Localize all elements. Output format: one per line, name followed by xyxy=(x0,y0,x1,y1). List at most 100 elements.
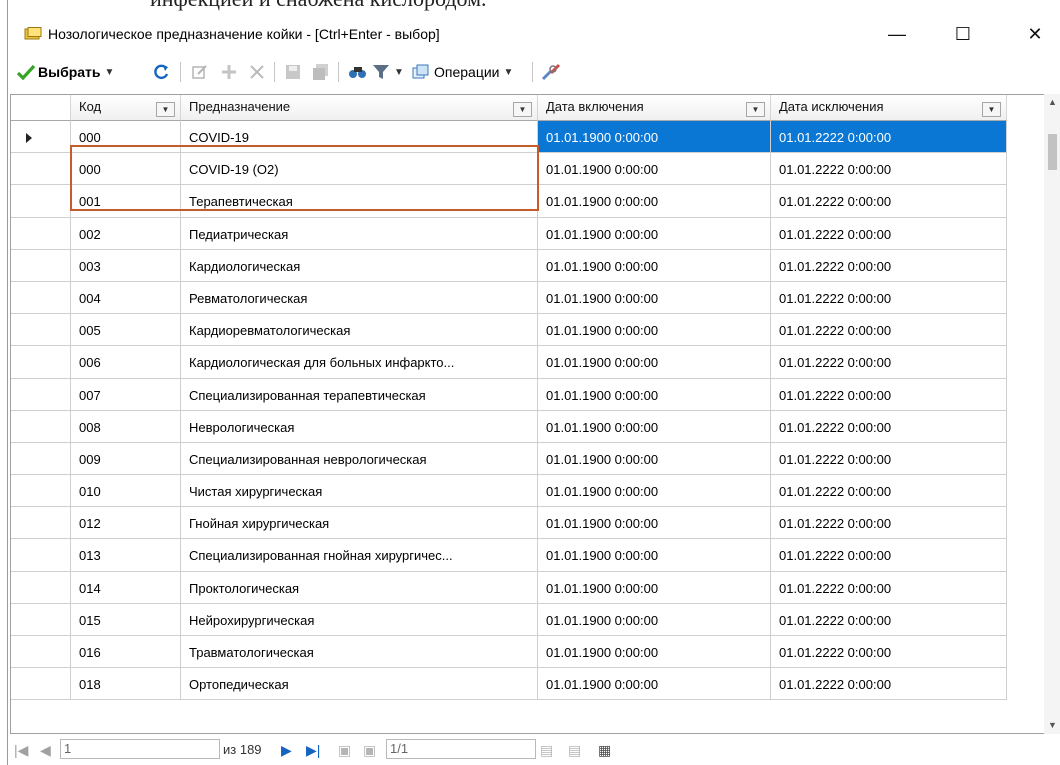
cell-end-date[interactable]: 01.01.2222 0:00:00 xyxy=(771,603,1007,636)
table-row[interactable]: 005 Кардиоревматологическая 01.01.1900 0:0… xyxy=(11,314,1046,347)
row-indicator[interactable] xyxy=(11,346,71,379)
scrollbar-thumb[interactable] xyxy=(1048,134,1057,170)
table-row[interactable]: 016 Травматологическая 01.01.1900 0:00:00 0… xyxy=(11,636,1046,669)
cell-end-date[interactable]: 01.01.2222 0:00:00 xyxy=(771,442,1007,476)
maximize-button[interactable]: ☐ xyxy=(940,18,986,50)
cell-code[interactable]: 001 xyxy=(71,185,181,218)
row-indicator[interactable] xyxy=(11,314,71,347)
row-indicator[interactable] xyxy=(11,507,71,540)
row-indicator[interactable] xyxy=(11,121,71,154)
edit-button[interactable] xyxy=(191,60,209,84)
cell-start-date[interactable]: 01.01.1900 0:00:00 xyxy=(538,121,771,154)
cell-end-date[interactable]: 01.01.2222 0:00:00 xyxy=(771,571,1007,604)
table-row[interactable]: 009 Специализированная неврологическая 01.… xyxy=(11,442,1046,476)
cell-end-date[interactable]: 01.01.2222 0:00:00 xyxy=(771,346,1007,379)
scroll-up-icon[interactable]: ▲ xyxy=(1044,94,1060,111)
cell-end-date[interactable]: 01.01.2222 0:00:00 xyxy=(771,410,1007,443)
cell-purpose[interactable]: Кардиоревматологическая xyxy=(181,314,538,347)
chevron-down-icon[interactable]: ▼ xyxy=(504,67,514,78)
cell-purpose[interactable]: Специализированная терапевтическая xyxy=(181,378,538,411)
operations-button[interactable]: Операции ▼ xyxy=(412,60,513,84)
column-filter-dropdown[interactable]: ▼ xyxy=(156,102,175,117)
scroll-down-icon[interactable]: ▼ xyxy=(1044,717,1060,734)
grid-settings-icon[interactable]: ▦ xyxy=(598,740,611,760)
cell-start-date[interactable]: 01.01.1900 0:00:00 xyxy=(538,378,771,411)
row-indicator[interactable] xyxy=(11,442,71,476)
table-row[interactable]: 018 Ортопедическая 01.01.1900 0:00:00 01.01… xyxy=(11,668,1046,701)
column-header-code[interactable]: Код ▼ xyxy=(71,95,181,121)
row-indicator[interactable] xyxy=(11,636,71,669)
row-indicator[interactable] xyxy=(11,539,71,572)
cell-code[interactable]: 000 xyxy=(71,153,181,186)
table-row[interactable]: 008 Неврологическая 01.01.1900 0:00:00 01.0… xyxy=(11,410,1046,443)
cell-start-date[interactable]: 01.01.1900 0:00:00 xyxy=(538,314,771,347)
cell-purpose[interactable]: Чистая хирургическая xyxy=(181,475,538,508)
cell-purpose[interactable]: COVID-19 xyxy=(181,121,538,154)
cell-purpose[interactable]: Травматологическая xyxy=(181,636,538,669)
next-record-icon[interactable]: ▶ xyxy=(281,740,292,760)
row-indicator[interactable] xyxy=(11,281,71,315)
cell-purpose[interactable]: Специализированная неврологическая xyxy=(181,442,538,476)
cell-code[interactable]: 014 xyxy=(71,571,181,604)
table-row[interactable]: 006 Кардиологическая для больных инфаркто… xyxy=(11,346,1046,379)
cell-start-date[interactable]: 01.01.1900 0:00:00 xyxy=(538,571,771,604)
column-header-start-date[interactable]: Дата включения ▼ xyxy=(538,95,771,121)
cell-code[interactable]: 016 xyxy=(71,636,181,669)
cell-purpose[interactable]: Ревматологическая xyxy=(181,281,538,315)
table-row[interactable]: 015 Нейрохирургическая 01.01.1900 0:00:00 0… xyxy=(11,603,1046,636)
cell-end-date[interactable]: 01.01.2222 0:00:00 xyxy=(771,636,1007,669)
cell-start-date[interactable]: 01.01.1900 0:00:00 xyxy=(538,410,771,443)
cell-code[interactable]: 012 xyxy=(71,507,181,540)
cell-start-date[interactable]: 01.01.1900 0:00:00 xyxy=(538,249,771,282)
row-indicator[interactable] xyxy=(11,475,71,508)
cell-start-date[interactable]: 01.01.1900 0:00:00 xyxy=(538,185,771,218)
cell-code[interactable]: 000 xyxy=(71,121,181,154)
cell-end-date[interactable]: 01.01.2222 0:00:00 xyxy=(771,314,1007,347)
save-button[interactable] xyxy=(284,60,302,84)
cell-purpose[interactable]: Проктологическая xyxy=(181,571,538,604)
row-indicator[interactable] xyxy=(11,249,71,282)
column-filter-dropdown[interactable]: ▼ xyxy=(513,102,532,117)
column-header-purpose[interactable]: Предназначение ▼ xyxy=(181,95,538,121)
table-row[interactable]: 000 COVID-19 (O2) 01.01.1900 0:00:00 01.01.… xyxy=(11,153,1046,186)
cell-end-date[interactable]: 01.01.2222 0:00:00 xyxy=(771,153,1007,186)
cell-purpose[interactable]: Ортопедическая xyxy=(181,668,538,701)
vertical-scrollbar[interactable]: ▲ ▼ xyxy=(1044,94,1060,734)
table-row[interactable]: 000 COVID-19 01.01.1900 0:00:00 01.01.2222 … xyxy=(11,121,1046,154)
cell-end-date[interactable]: 01.01.2222 0:00:00 xyxy=(771,121,1007,154)
cell-purpose[interactable]: COVID-19 (O2) xyxy=(181,153,538,186)
table-row[interactable]: 007 Специализированная терапевтическая 01.… xyxy=(11,378,1046,411)
row-indicator[interactable] xyxy=(11,571,71,604)
table-row[interactable]: 004 Ревматологическая 01.01.1900 0:00:00 01… xyxy=(11,281,1046,315)
chevron-down-icon[interactable]: ▼ xyxy=(394,67,404,78)
filter-button[interactable]: ▼ xyxy=(372,60,404,84)
cell-start-date[interactable]: 01.01.1900 0:00:00 xyxy=(538,346,771,379)
cell-end-date[interactable]: 01.01.2222 0:00:00 xyxy=(771,378,1007,411)
row-indicator[interactable] xyxy=(11,185,71,218)
cell-purpose[interactable]: Специализированная гнойная хирургичес... xyxy=(181,539,538,572)
cell-code[interactable]: 003 xyxy=(71,249,181,282)
table-row[interactable]: 010 Чистая хирургическая 01.01.1900 0:00:0… xyxy=(11,475,1046,508)
row-indicator[interactable] xyxy=(11,378,71,411)
cell-start-date[interactable]: 01.01.1900 0:00:00 xyxy=(538,217,771,250)
cell-start-date[interactable]: 01.01.1900 0:00:00 xyxy=(538,603,771,636)
row-indicator[interactable] xyxy=(11,217,71,250)
close-button[interactable]: ✕ xyxy=(1012,18,1058,50)
cell-code[interactable]: 002 xyxy=(71,217,181,250)
cell-end-date[interactable]: 01.01.2222 0:00:00 xyxy=(771,507,1007,540)
cell-code[interactable]: 007 xyxy=(71,378,181,411)
cell-purpose[interactable]: Нейрохирургическая xyxy=(181,603,538,636)
cell-start-date[interactable]: 01.01.1900 0:00:00 xyxy=(538,668,771,701)
cell-start-date[interactable]: 01.01.1900 0:00:00 xyxy=(538,475,771,508)
current-record-input[interactable]: 1 xyxy=(60,739,220,759)
last-record-icon[interactable]: ▶| xyxy=(306,740,320,760)
delete-button[interactable] xyxy=(248,60,266,84)
select-button[interactable]: Выбрать ▼ xyxy=(16,60,114,84)
cell-code[interactable]: 013 xyxy=(71,539,181,572)
data-grid[interactable]: Код ▼ Предназначение ▼ Дата включения ▼ … xyxy=(10,94,1047,734)
cell-end-date[interactable]: 01.01.2222 0:00:00 xyxy=(771,281,1007,315)
cell-code[interactable]: 009 xyxy=(71,442,181,476)
cell-purpose[interactable]: Кардиологическая для больных инфаркто... xyxy=(181,346,538,379)
cell-code[interactable]: 018 xyxy=(71,668,181,701)
first-record-icon[interactable]: |◀ xyxy=(14,740,28,760)
